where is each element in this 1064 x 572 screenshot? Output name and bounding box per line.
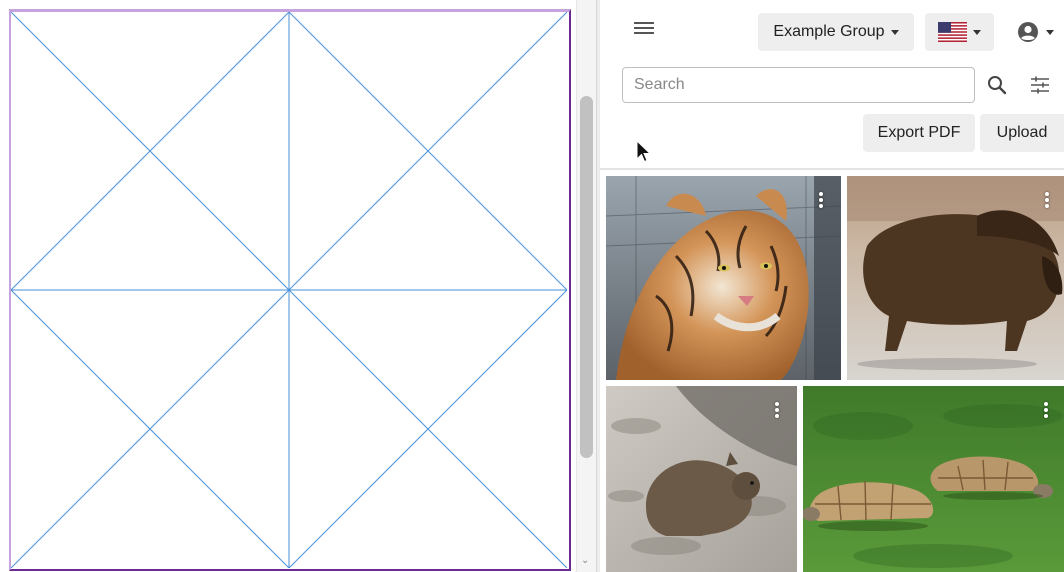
- search-input[interactable]: [622, 67, 975, 103]
- app-window: ⌄ Example Group Search Export PDF Upload: [0, 0, 1064, 572]
- search-icon[interactable]: [986, 74, 1008, 96]
- gallery-item-tiger[interactable]: [606, 176, 841, 380]
- layout-guides: [11, 12, 567, 568]
- gallery-item-bison[interactable]: [847, 176, 1064, 380]
- user-account-icon: [1018, 22, 1038, 42]
- mouse-pointer-icon: [636, 140, 652, 163]
- kebab-menu-icon[interactable]: [818, 190, 824, 210]
- media-panel: Example Group Search Export PDF Upload: [600, 0, 1064, 572]
- group-selector-label: Example Group: [773, 23, 885, 40]
- page-sheet[interactable]: [9, 9, 571, 571]
- kebab-menu-icon[interactable]: [774, 400, 780, 420]
- tiger-image: [606, 176, 841, 380]
- chevron-down-icon: [973, 29, 981, 35]
- bison-image: [847, 176, 1064, 380]
- chevron-down-icon: [1046, 29, 1054, 35]
- hamburger-menu-icon[interactable]: [634, 22, 656, 40]
- scroll-down-arrow-icon[interactable]: ⌄: [581, 556, 589, 566]
- kebab-menu-icon[interactable]: [1044, 190, 1050, 210]
- language-selector-button[interactable]: [925, 13, 994, 51]
- page-canvas[interactable]: [0, 0, 576, 572]
- kebab-menu-icon[interactable]: [1043, 400, 1049, 420]
- tortoises-image: [803, 386, 1064, 572]
- quokka-image: [606, 386, 797, 572]
- chevron-down-icon: [890, 29, 899, 35]
- upload-button[interactable]: Upload: [980, 114, 1064, 152]
- group-selector-button[interactable]: Example Group: [758, 13, 914, 51]
- user-account-button[interactable]: [1010, 13, 1060, 51]
- vertical-scrollbar[interactable]: ⌄: [576, 0, 596, 572]
- upload-label: Upload: [996, 124, 1048, 141]
- gallery-divider: [600, 168, 1064, 170]
- export-pdf-button[interactable]: Export PDF: [863, 114, 975, 152]
- filter-sliders-icon[interactable]: [1029, 74, 1051, 96]
- export-pdf-label: Export PDF: [877, 124, 961, 141]
- gallery-item-tortoises[interactable]: [803, 386, 1064, 572]
- us-flag-icon: [938, 22, 967, 42]
- scrollbar-thumb[interactable]: [580, 96, 593, 458]
- gallery-item-quokka[interactable]: [606, 386, 797, 572]
